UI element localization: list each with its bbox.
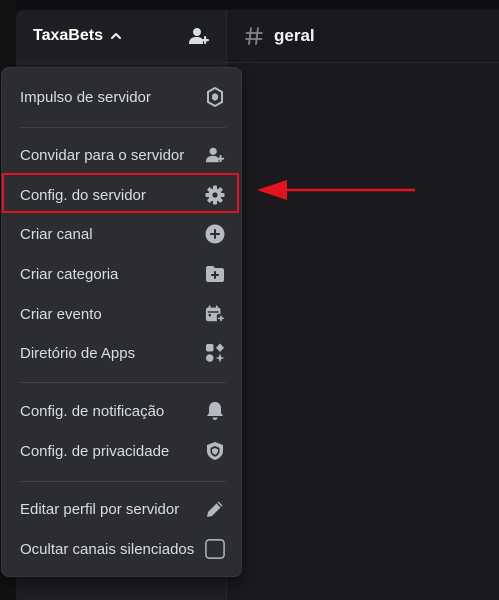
- hash-icon: [244, 26, 264, 46]
- channel-name: geral: [274, 26, 315, 45]
- menu-item-label: Config. de privacidade: [20, 442, 170, 460]
- chevron-up-icon: [109, 29, 123, 43]
- server-dropdown-menu: Impulso de servidor Convidar para o serv…: [1, 67, 242, 577]
- plus-circle-icon: [205, 224, 225, 244]
- server-header[interactable]: TaxaBets: [16, 10, 226, 63]
- calendar-plus-icon: [205, 304, 225, 324]
- channel-header: geral: [226, 10, 499, 63]
- checkbox-unchecked[interactable]: [205, 539, 225, 559]
- menu-item-label: Criar categoria: [20, 265, 119, 283]
- menu-item-edit-server-profile[interactable]: Editar perfil por servidor: [10, 492, 235, 526]
- menu-item-invite[interactable]: Convidar para o servidor: [10, 138, 235, 172]
- menu-item-label: Ocultar canais silenciados: [20, 540, 195, 558]
- menu-item-create-channel[interactable]: Criar canal: [10, 217, 235, 251]
- menu-item-label: Editar perfil por servidor: [20, 500, 180, 518]
- red-arrow-annotation: [255, 178, 417, 206]
- pencil-icon: [205, 499, 225, 519]
- invite-people-icon[interactable]: [188, 26, 210, 46]
- menu-item-label: Criar canal: [20, 225, 93, 243]
- menu-separator: [19, 382, 226, 383]
- menu-item-app-directory[interactable]: Diretório de Apps: [10, 336, 235, 370]
- menu-item-label: Criar evento: [20, 305, 102, 323]
- menu-separator: [19, 127, 226, 128]
- chat-area: [226, 10, 499, 600]
- server-name: TaxaBets: [33, 27, 103, 44]
- menu-item-privacy-settings[interactable]: Config. de privacidade: [10, 434, 235, 468]
- menu-item-hide-muted-channels[interactable]: Ocultar canais silenciados: [10, 532, 235, 566]
- menu-item-create-category[interactable]: Criar categoria: [10, 257, 235, 291]
- menu-item-label: Config. de notificação: [20, 402, 165, 420]
- highlight-annotation-box: [2, 173, 239, 213]
- menu-separator: [19, 481, 226, 482]
- menu-item-notification-settings[interactable]: Config. de notificação: [10, 394, 235, 428]
- folder-plus-icon: [205, 264, 225, 284]
- apps-icon: [205, 343, 225, 363]
- boost-gem-icon: [205, 87, 225, 107]
- menu-item-server-boost[interactable]: Impulso de servidor: [10, 80, 235, 114]
- bell-icon: [205, 401, 225, 421]
- menu-item-label: Impulso de servidor: [20, 88, 151, 106]
- shield-icon: [205, 441, 225, 461]
- invite-people-icon: [205, 145, 225, 165]
- menu-item-create-event[interactable]: Criar evento: [10, 297, 235, 331]
- menu-item-label: Diretório de Apps: [20, 344, 136, 362]
- menu-item-label: Convidar para o servidor: [20, 146, 185, 164]
